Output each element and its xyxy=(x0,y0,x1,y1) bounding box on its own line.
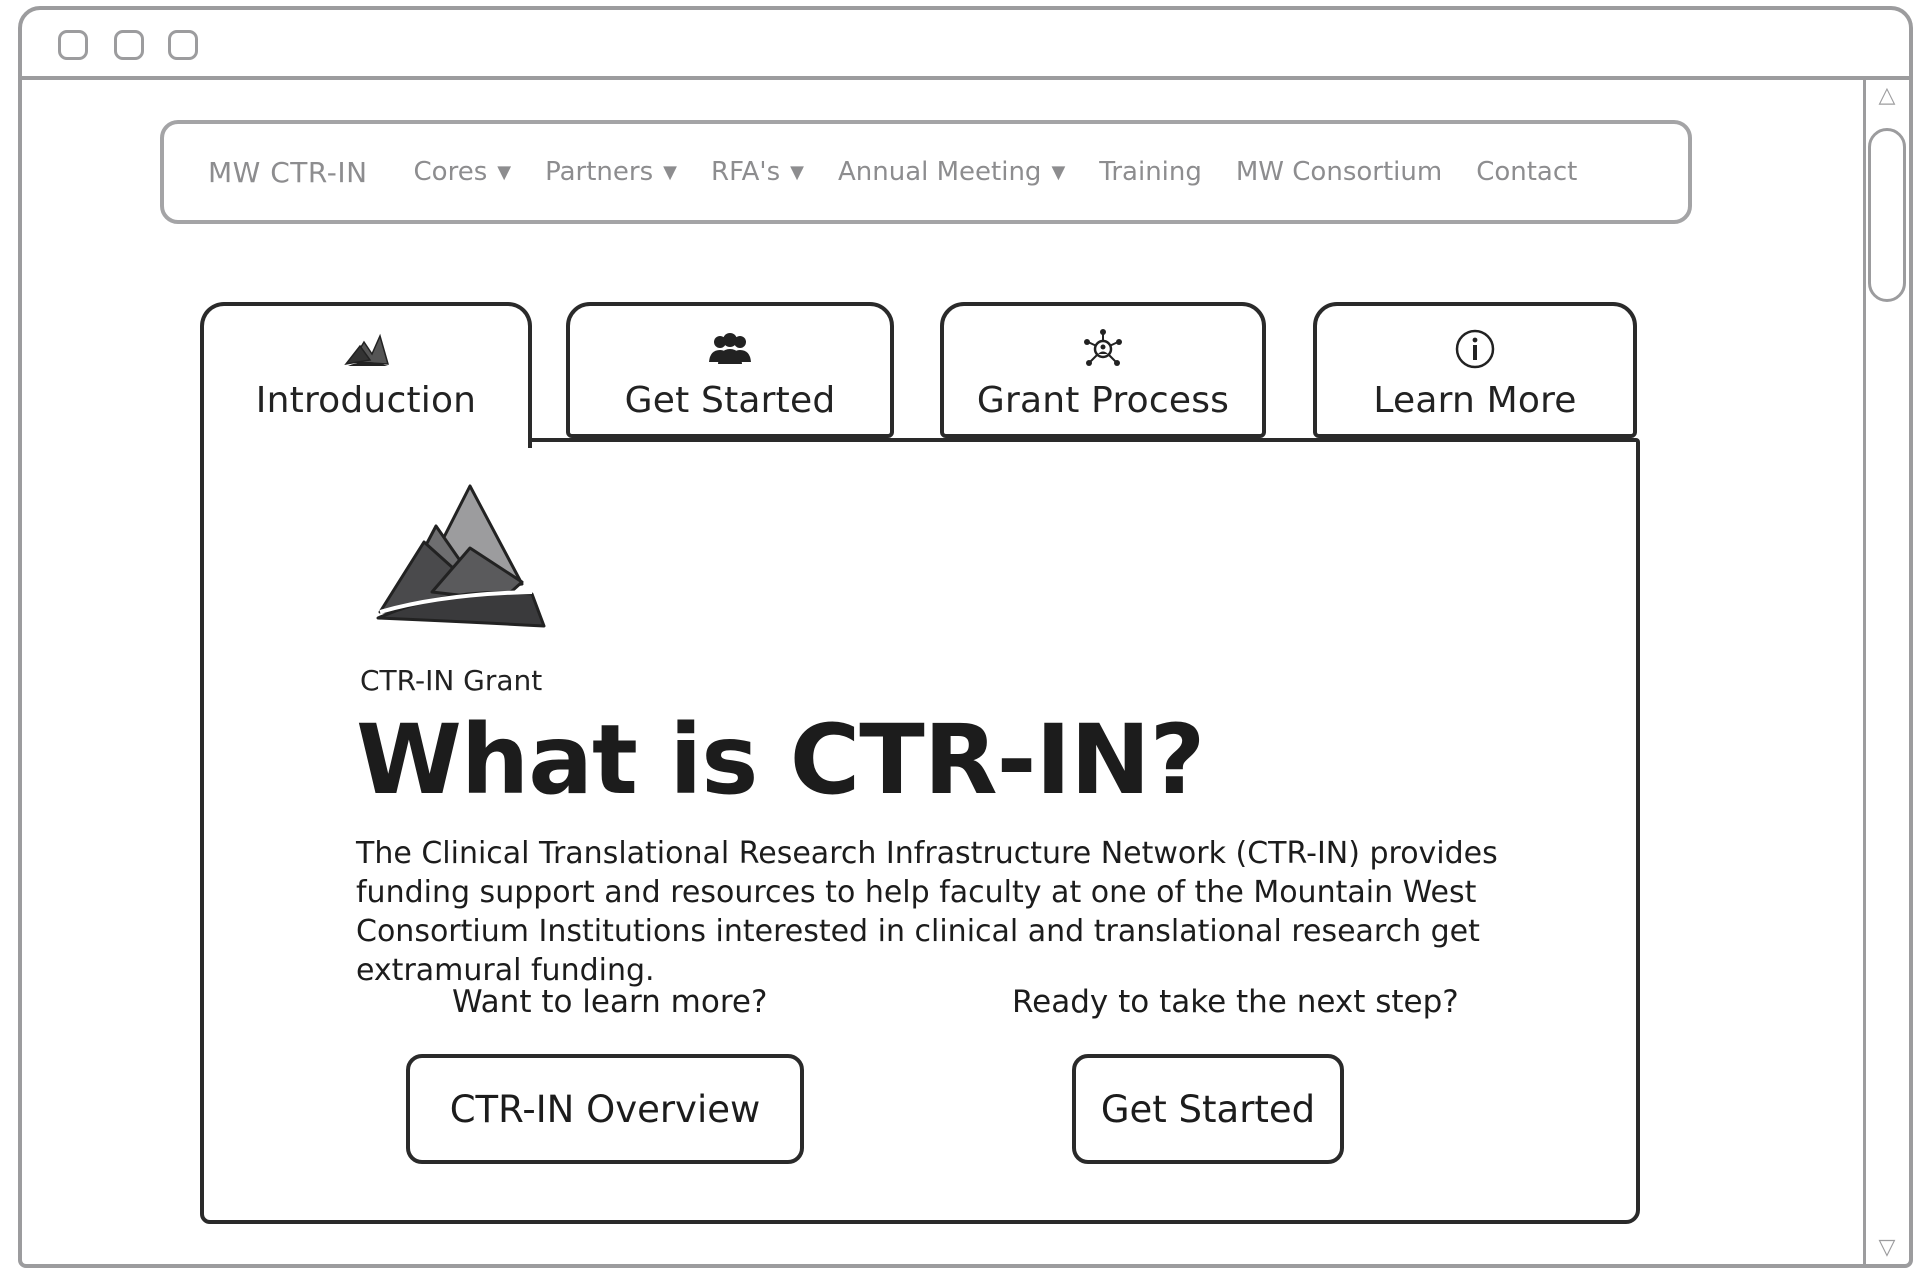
tab-label: Get Started xyxy=(624,380,836,421)
nav-item-label: Partners xyxy=(545,157,654,187)
network-icon xyxy=(1084,329,1122,366)
window-titlebar xyxy=(22,10,1909,80)
next-step-prompt: Ready to take the next step? xyxy=(1012,984,1459,1020)
nav-item-label: Annual Meeting xyxy=(837,157,1042,187)
tab-introduction[interactable]: Introduction xyxy=(200,302,532,448)
nav-item-rfas[interactable]: RFA's ▼ xyxy=(711,157,804,187)
chevron-down-icon: ▼ xyxy=(1051,161,1066,183)
nav-item-training[interactable]: Training xyxy=(1099,157,1202,187)
nav-item-label: Cores xyxy=(413,157,488,187)
nav-item-contact[interactable]: Contact xyxy=(1476,157,1577,187)
nav-item-label: Training xyxy=(1099,157,1202,187)
scroll-down-icon[interactable]: ▽ xyxy=(1873,1234,1901,1262)
nav-item-mw-consortium[interactable]: MW Consortium xyxy=(1236,157,1442,187)
group-icon xyxy=(709,333,751,364)
learn-more-prompt: Want to learn more? xyxy=(452,984,768,1020)
tab-learn-more[interactable]: Learn More xyxy=(1313,302,1637,438)
chevron-down-icon: ▼ xyxy=(663,161,677,183)
nav-item-annual-meeting[interactable]: Annual Meeting ▼ xyxy=(838,157,1065,187)
introduction-panel: CTR-IN Grant What is CTR-IN? The Clinica… xyxy=(200,438,1640,1224)
page-title: What is CTR-IN? xyxy=(356,704,1205,816)
scroll-up-icon[interactable]: △ xyxy=(1873,82,1901,110)
nav-item-label: MW Consortium xyxy=(1235,157,1443,187)
get-started-button[interactable]: Get Started xyxy=(1072,1054,1344,1164)
nav-item-label: RFA's xyxy=(711,157,781,187)
window-minimize-button[interactable] xyxy=(114,30,144,60)
scrollbar-thumb[interactable] xyxy=(1868,128,1906,302)
mountain-logo-icon xyxy=(376,484,546,628)
tab-label: Introduction xyxy=(255,380,477,421)
window-maximize-button[interactable] xyxy=(168,30,198,60)
intro-description: The Clinical Translational Research Infr… xyxy=(356,836,1498,988)
info-icon xyxy=(1455,329,1495,369)
mountain-icon xyxy=(344,333,390,366)
section-eyebrow: CTR-IN Grant xyxy=(360,664,543,697)
ctr-in-overview-button[interactable]: CTR-IN Overview xyxy=(406,1054,804,1164)
nav-item-label: Contact xyxy=(1476,157,1578,187)
nav-brand-link[interactable]: MW CTR-IN xyxy=(208,156,368,189)
top-navbar: MW CTR-IN Cores ▼ Partners ▼ RFA's ▼ Ann… xyxy=(160,120,1692,224)
vertical-scrollbar[interactable]: △ ▽ xyxy=(1863,80,1909,1264)
nav-item-cores[interactable]: Cores ▼ xyxy=(414,157,512,187)
window-close-button[interactable] xyxy=(58,30,88,60)
chevron-down-icon: ▼ xyxy=(790,161,804,183)
tab-get-started[interactable]: Get Started xyxy=(566,302,894,438)
tab-label: Learn More xyxy=(1373,380,1577,421)
tab-label: Grant Process xyxy=(976,380,1230,421)
nav-item-partners[interactable]: Partners ▼ xyxy=(545,157,677,187)
tab-grant-process[interactable]: Grant Process xyxy=(940,302,1266,438)
chevron-down-icon: ▼ xyxy=(497,161,512,183)
